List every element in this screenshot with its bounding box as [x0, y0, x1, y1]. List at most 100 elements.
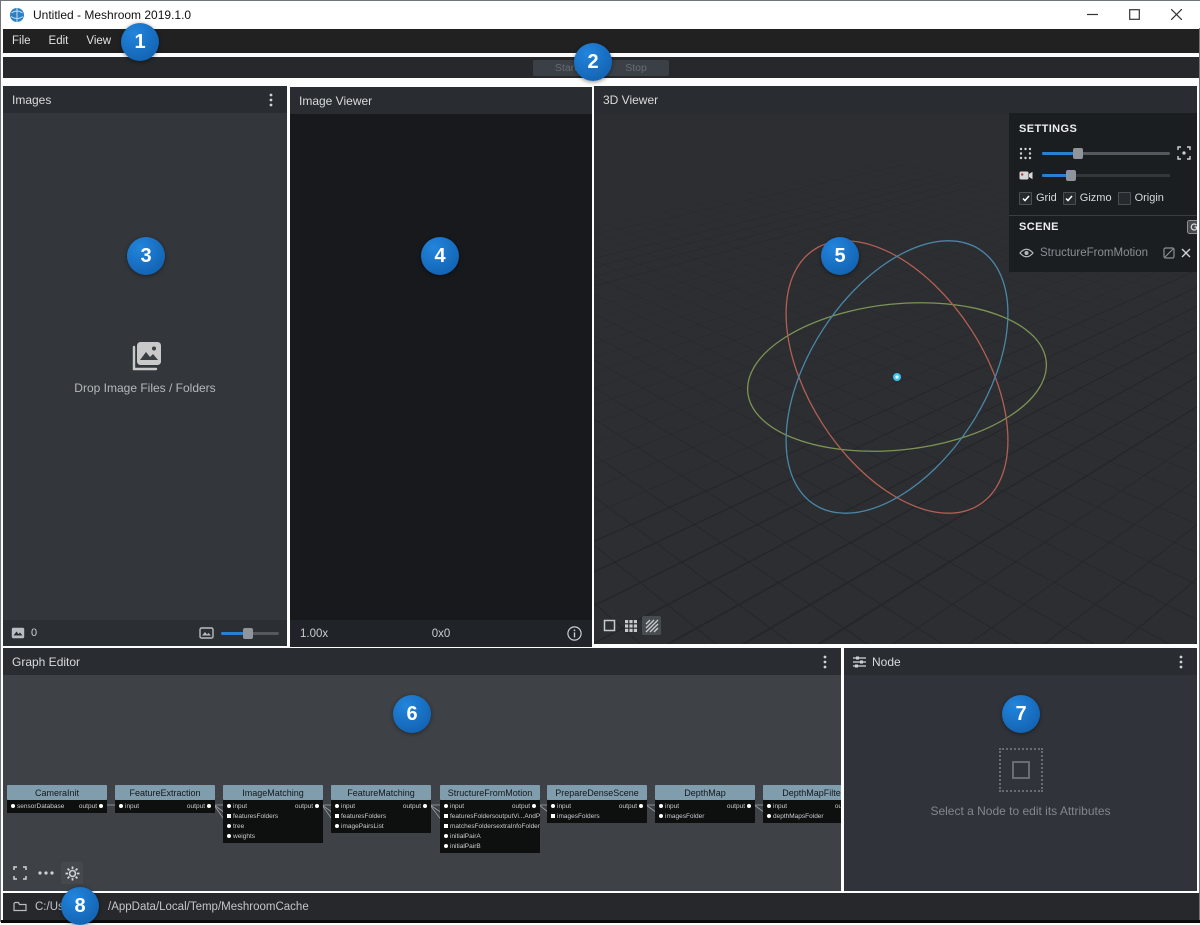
graph-node-title[interactable]: DepthMapFilter [763, 785, 841, 800]
pin-output-extraInfoFolder[interactable]: extraInfoFolder [496, 823, 540, 830]
maximize-button[interactable] [1113, 1, 1155, 28]
remove-scene-item-icon[interactable] [1181, 248, 1191, 258]
pin-output-output[interactable]: output [727, 803, 753, 810]
images-panel: Images Drop Image Files / Folders 0 [3, 86, 287, 646]
pin-input-sensorDatabase[interactable]: sensorDatabase [9, 803, 64, 810]
graph-editor-menu-icon[interactable] [818, 654, 832, 670]
scene-media-button[interactable] [1187, 220, 1197, 234]
solid-mode-icon[interactable] [600, 616, 619, 635]
pin-input-initialPairA[interactable]: initialPairA [442, 833, 481, 840]
pin-input-input[interactable]: input [549, 803, 571, 810]
pin-input-input[interactable]: input [442, 803, 464, 810]
image-count-icon [11, 627, 25, 639]
point-size-slider[interactable] [1042, 152, 1170, 155]
cache-folder-icon [13, 901, 27, 912]
pin-input-imagesFolders[interactable]: imagesFolders [549, 813, 600, 820]
checkbox-gizmo[interactable]: Gizmo [1063, 192, 1112, 205]
graph-node-StructureFromMotion[interactable]: StructureFromMotion input output featuresFo… [440, 785, 540, 853]
graph-node-title[interactable]: FeatureExtraction [115, 785, 215, 800]
camera-scale-slider[interactable] [1042, 174, 1170, 177]
scene-item-label[interactable]: StructureFromMotion [1040, 247, 1148, 259]
graph-node-ImageMatching[interactable]: ImageMatching input output featuresFolders t… [223, 785, 323, 843]
scene-label: SCENE [1019, 221, 1059, 233]
wireframe-mode-icon[interactable] [621, 616, 640, 635]
fit-view-icon[interactable] [1177, 146, 1191, 160]
node-panel-menu-icon[interactable] [1174, 654, 1188, 670]
camera-scale-handle[interactable] [1066, 170, 1076, 181]
pin-output-output[interactable]: output [79, 803, 105, 810]
minimize-button[interactable] [1071, 1, 1113, 28]
pin-input-imagesFolder[interactable]: imagesFolder [657, 813, 704, 820]
image-viewer-panel: Image Viewer 1.00x 0x0 [290, 87, 592, 647]
graph-node-title[interactable]: StructureFromMotion [440, 785, 540, 800]
pin-input-input[interactable]: input [765, 803, 787, 810]
pin-input-input[interactable]: input [117, 803, 139, 810]
pin-output-output[interactable]: output [512, 803, 538, 810]
menu-item-edit[interactable]: Edit [40, 29, 78, 53]
graph-node-PrepareDenseScene[interactable]: PrepareDenseScene input output imagesFolder… [547, 785, 647, 823]
graph-node-title[interactable]: CameraInit [7, 785, 107, 800]
settings-label: SETTINGS [1019, 123, 1197, 135]
graph-node-title[interactable]: FeatureMatching [331, 785, 431, 800]
menu-item-view[interactable]: View [77, 29, 120, 53]
scene-item-row[interactable]: StructureFromMotion [1019, 242, 1197, 264]
viewer3d-canvas[interactable]: SETTINGS [594, 113, 1197, 644]
graph-settings-gear-icon[interactable] [61, 862, 83, 884]
point-size-handle[interactable] [1073, 148, 1083, 159]
close-button[interactable] [1155, 1, 1197, 28]
annotation-badge-4: 4 [421, 237, 459, 275]
render-mode-toolbar [600, 616, 661, 635]
cache-path-suffix: /AppData/Local/Temp/MeshroomCache [108, 901, 309, 913]
pin-input-matchesFolders[interactable]: matchesFolders [442, 823, 496, 830]
pin-output-output[interactable]: output [403, 803, 429, 810]
viewer3d-settings: SETTINGS [1009, 113, 1197, 272]
pin-output-outputVi...AndPoses[interactable]: outputVi...AndPoses [495, 813, 540, 820]
pin-input-weights[interactable]: weights [225, 833, 255, 840]
pin-output-output[interactable]: output [295, 803, 321, 810]
annotation-badge-3: 3 [127, 237, 165, 275]
viewer3d-title: 3D Viewer [603, 93, 658, 107]
image-drop-zone[interactable]: Drop Image Files / Folders [3, 113, 287, 620]
image-viewer-footer: 1.00x 0x0 [290, 620, 592, 647]
thumbnail-slider-handle[interactable] [243, 628, 253, 639]
graph-node-DepthMap[interactable]: DepthMap input output imagesFolder [655, 785, 755, 823]
pin-input-imagePairsList[interactable]: imagePairsList [333, 823, 384, 830]
pin-input-depthMapsFolder[interactable]: depthMapsFolder [765, 813, 824, 820]
graph-node-title[interactable]: PrepareDenseScene [547, 785, 647, 800]
graph-node-FeatureMatching[interactable]: FeatureMatching input output featuresFolder… [331, 785, 431, 833]
image-viewer-title: Image Viewer [299, 94, 372, 108]
graph-node-DepthMapFilter[interactable]: DepthMapFilter input output depthMapsFolder [763, 785, 841, 823]
title-bar: Untitled - Meshroom 2019.1.0 [1, 1, 1200, 28]
pin-output-output[interactable]: output [619, 803, 645, 810]
image-count: 0 [31, 627, 37, 639]
graph-node-title[interactable]: DepthMap [655, 785, 755, 800]
checkbox-origin[interactable]: Origin [1118, 192, 1164, 205]
thumbnail-size-icon [199, 627, 214, 639]
graph-node-FeatureExtraction[interactable]: FeatureExtraction input output [115, 785, 215, 813]
thumbnail-size-slider[interactable] [221, 632, 279, 635]
pin-input-featuresFolders[interactable]: featuresFolders [442, 813, 495, 820]
pin-input-tree[interactable]: tree [225, 823, 244, 830]
node-panel: Node Select a Node to edit its Attribute… [844, 648, 1197, 891]
pin-input-input[interactable]: input [657, 803, 679, 810]
graph-node-CameraInit[interactable]: CameraInit sensorDatabase output [7, 785, 107, 813]
pin-input-featuresFolders[interactable]: featuresFolders [333, 813, 386, 820]
pin-input-input[interactable]: input [333, 803, 355, 810]
pin-output-output[interactable]: output [187, 803, 213, 810]
image-viewer-canvas[interactable] [290, 114, 592, 620]
pin-input-initialPairB[interactable]: initialPairB [442, 843, 481, 850]
checkbox-grid[interactable]: Grid [1019, 192, 1057, 205]
textured-mode-icon[interactable] [642, 616, 661, 635]
more-options-icon[interactable] [35, 862, 57, 884]
fit-graph-icon[interactable] [9, 862, 31, 884]
menu-item-file[interactable]: File [3, 29, 40, 53]
pin-input-input[interactable]: input [225, 803, 247, 810]
stop-button[interactable]: Stop [603, 60, 669, 76]
drop-images-icon [126, 339, 164, 373]
node-placeholder-text: Select a Node to edit its Attributes [930, 804, 1110, 818]
graph-node-title[interactable]: ImageMatching [223, 785, 323, 800]
pin-output-output[interactable]: output [835, 803, 841, 810]
pin-input-featuresFolders[interactable]: featuresFolders [225, 813, 278, 820]
visibility-eye-icon[interactable] [1019, 248, 1034, 258]
images-menu-icon[interactable] [264, 92, 278, 108]
